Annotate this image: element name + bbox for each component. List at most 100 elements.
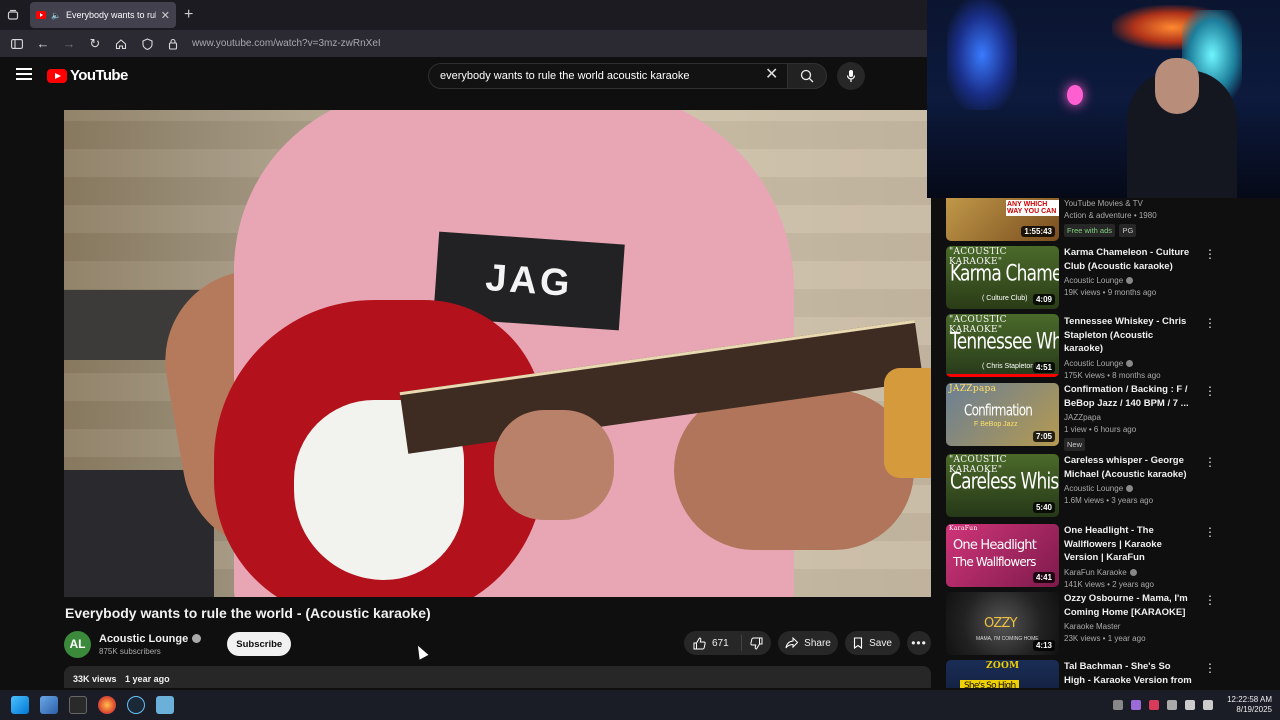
back-arrow-icon[interactable]: ←: [32, 33, 54, 55]
list-item[interactable]: Confirmation / Backing : F / BeBop Jazz …: [1064, 383, 1194, 452]
channel-avatar[interactable]: AL: [64, 630, 91, 658]
video-thumbnail[interactable]: "ACOUSTIC KARAOKE" Careless Whisper 5:40: [946, 454, 1059, 517]
list-item[interactable]: Ozzy Osbourne - Mama, I'm Coming Home [K…: [1064, 592, 1194, 643]
thumbnail-label: JAZZpapa: [949, 384, 997, 394]
clock-date: 8/19/2025: [1236, 705, 1272, 714]
channel-name: KaraFun Karaoke: [1064, 567, 1127, 577]
thumbnail-text: ANY WHICH WAY YOU CAN: [1006, 200, 1059, 216]
file-explorer-icon[interactable]: [40, 696, 58, 714]
tab-list-icon[interactable]: [0, 0, 26, 30]
search-button[interactable]: [787, 63, 827, 89]
video-duration: 5:40: [1032, 502, 1055, 513]
epic-games-icon[interactable]: [69, 696, 87, 714]
video-duration: 4:41: [1032, 572, 1055, 583]
menu-hamburger-icon[interactable]: [16, 68, 32, 82]
video-player[interactable]: JAG: [64, 110, 931, 597]
upload-age: 1 year ago: [125, 674, 170, 684]
share-label: Share: [804, 637, 831, 649]
tray-app-icon[interactable]: [1113, 700, 1124, 710]
tray-app-icon[interactable]: [1149, 700, 1160, 710]
lock-icon[interactable]: [162, 33, 184, 55]
tray-app-icon[interactable]: [1131, 700, 1142, 710]
windows-start-icon[interactable]: [11, 696, 29, 714]
save-button[interactable]: Save: [845, 631, 900, 655]
rating-badge: PG: [1119, 224, 1137, 237]
share-arrow-icon: [785, 637, 799, 649]
clear-search-icon[interactable]: ✕: [765, 65, 778, 85]
save-label: Save: [869, 637, 892, 649]
forward-arrow-icon[interactable]: →: [58, 33, 80, 55]
network-icon[interactable]: [1185, 700, 1196, 710]
list-item[interactable]: Tal Bachman - She's So High - Karaoke Ve…: [1064, 660, 1194, 688]
channel-name[interactable]: Acoustic Lounge: [99, 633, 188, 645]
more-options-icon[interactable]: ⋮: [1204, 594, 1216, 606]
tray-app-icon[interactable]: [1167, 700, 1178, 710]
youtube-logo-text: YouTube: [70, 67, 128, 84]
list-item[interactable]: YouTube Movies & TV Action & adventure •…: [1064, 198, 1194, 238]
new-tab-button[interactable]: +: [184, 7, 193, 23]
shield-icon[interactable]: [136, 33, 158, 55]
reload-icon[interactable]: ↻: [84, 33, 106, 55]
more-options-icon[interactable]: ⋮: [1204, 662, 1216, 674]
taskbar-clock[interactable]: 12:22:58 AM 8/19/2025: [1227, 695, 1272, 715]
list-item[interactable]: Karma Chameleon - Culture Club (Acoustic…: [1064, 246, 1194, 297]
more-options-icon[interactable]: ⋮: [1204, 248, 1216, 260]
more-options-icon[interactable]: ⋮: [1204, 456, 1216, 468]
video-title: Karma Chameleon - Culture Club (Acoustic…: [1064, 247, 1190, 272]
video-title: One Headlight - The Wallflowers | Karaok…: [1064, 525, 1162, 563]
search-input[interactable]: everybody wants to rule the world acoust…: [428, 63, 788, 89]
thumbnail-subtitle: ( Culture Club): [982, 295, 1028, 302]
like-button[interactable]: 671: [684, 635, 742, 651]
youtube-header: YouTube everybody wants to rule the worl…: [0, 57, 927, 97]
tab-close-icon[interactable]: ✕: [161, 9, 170, 22]
subscribe-button[interactable]: Subscribe: [227, 632, 292, 656]
thumbnail-title: She's So High: [960, 680, 1020, 688]
video-thumbnail[interactable]: ZOOM She's So High: [946, 660, 1059, 688]
list-item[interactable]: Tennessee Whiskey - Chris Stapleton (Aco…: [1064, 315, 1194, 380]
steam-icon[interactable]: [127, 696, 145, 714]
video-thumbnail[interactable]: OZZY MAMA, I'M COMING HOME 4:13: [946, 592, 1059, 655]
video-duration: 4:09: [1032, 294, 1055, 305]
sidebar-toggle-icon[interactable]: [6, 33, 28, 55]
list-item[interactable]: Careless whisper - George Michael (Acous…: [1064, 454, 1194, 505]
more-actions-icon[interactable]: •••: [907, 631, 931, 655]
description-box[interactable]: 33K views 1 year ago: [64, 666, 931, 688]
subscriber-count: 875K subscribers: [99, 646, 161, 656]
video-thumbnail[interactable]: "ACOUSTIC KARAOKE" Tennessee Whiskey ( C…: [946, 314, 1059, 377]
dislike-button[interactable]: [742, 637, 771, 650]
free-with-ads-badge: Free with ads: [1064, 224, 1116, 237]
more-options-icon[interactable]: ⋮: [1204, 385, 1216, 397]
thumbnail-label: ZOOM: [986, 661, 1020, 671]
thumbnail-subtitle: MAMA, I'M COMING HOME: [976, 636, 1039, 642]
thumbnail-title: Tennessee Whiskey: [950, 329, 1059, 355]
system-tray: 12:22:58 AM 8/19/2025: [1113, 690, 1272, 720]
video-title: Confirmation / Backing : F / BeBop Jazz …: [1064, 384, 1189, 409]
app-icon[interactable]: [156, 696, 174, 714]
like-dislike-group: 671: [684, 631, 771, 655]
thumbnail-label: KaraFun: [949, 525, 978, 532]
new-badge: New: [1064, 438, 1086, 451]
video-thumbnail[interactable]: "ACOUSTIC KARAOKE" Karma Chameleon ( Cul…: [946, 246, 1059, 309]
youtube-logo[interactable]: YouTube: [47, 67, 128, 84]
search-icon: [800, 69, 814, 83]
list-item[interactable]: One Headlight - The Wallflowers | Karaok…: [1064, 524, 1194, 589]
video-thumbnail[interactable]: JAZZpapa Confirmation F BeBop Jazz 7:05: [946, 383, 1059, 446]
video-duration: 4:51: [1032, 362, 1055, 373]
browser-tab-strip: 🔈 Everybody wants to rule the ✕ +: [0, 0, 927, 30]
video-duration: 7:05: [1032, 431, 1055, 442]
more-options-icon[interactable]: ⋮: [1204, 317, 1216, 329]
home-icon[interactable]: [110, 33, 132, 55]
thumbnail-subtitle: F BeBop Jazz: [974, 421, 1018, 428]
video-thumbnail[interactable]: KaraFun One Headlight The Wallflowers 4:…: [946, 524, 1059, 587]
video-meta: 1 view • 6 hours ago: [1064, 425, 1137, 434]
share-button[interactable]: Share: [778, 631, 838, 655]
url-bar[interactable]: www.youtube.com/watch?v=3mz-zwRnXeI: [192, 38, 381, 49]
more-options-icon[interactable]: ⋮: [1204, 526, 1216, 538]
speaker-icon[interactable]: 🔈: [51, 11, 61, 20]
voice-search-button[interactable]: [837, 62, 865, 90]
firefox-icon[interactable]: [98, 696, 116, 714]
volume-icon[interactable]: [1203, 700, 1214, 710]
browser-tab-active[interactable]: 🔈 Everybody wants to rule the ✕: [30, 2, 176, 28]
video-title: Tal Bachman - She's So High - Karaoke Ve…: [1064, 661, 1192, 686]
video-thumbnail[interactable]: ANY WHICH WAY YOU CAN 1:55:43: [946, 198, 1059, 241]
